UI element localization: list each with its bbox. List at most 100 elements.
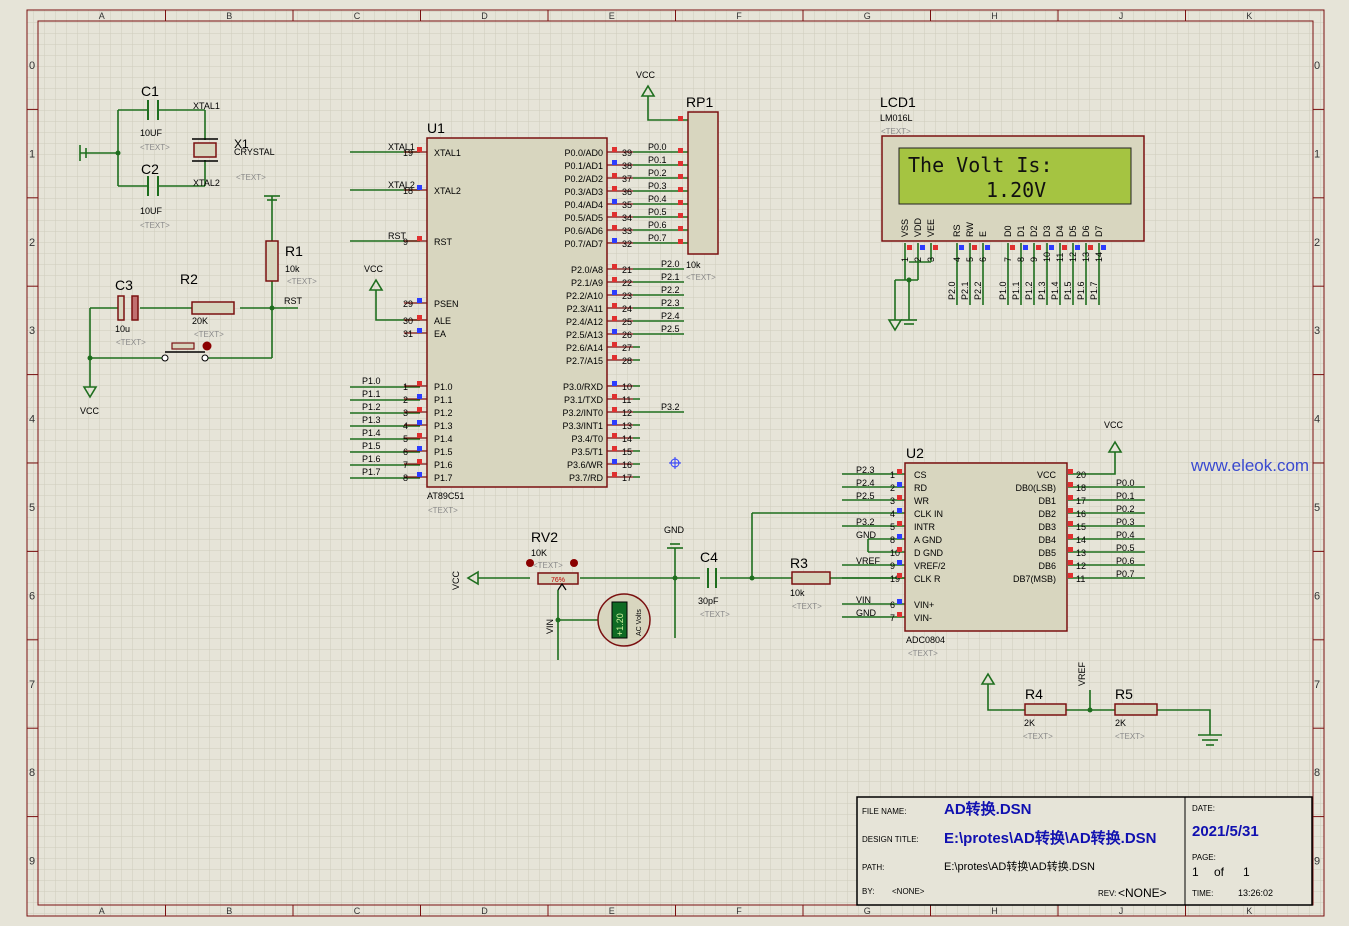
frame-col-label-bottom: D [481, 906, 488, 916]
lcd-pin-name: D2 [1029, 225, 1039, 237]
u2-pin-number: 17 [1076, 496, 1086, 506]
resistor-pack-rp1[interactable] [687, 111, 719, 255]
u1-pin-marker [612, 160, 617, 165]
u1-pin-name: P1.4 [434, 434, 453, 444]
u1-pin-name: P2.4/A12 [566, 317, 603, 327]
frame-col-label-top: F [736, 11, 742, 21]
path-label: PATH: [862, 863, 884, 872]
u1-pin-name: PSEN [434, 299, 459, 309]
frame-col-label-top: J [1119, 11, 1124, 21]
c4-value: 30pF [698, 596, 719, 606]
u1-pin-name: XTAL2 [434, 186, 461, 196]
resistor-r5[interactable] [1114, 703, 1158, 716]
by-label: BY: [862, 887, 874, 896]
u1-pin-number: 38 [622, 161, 632, 171]
u2-pin-number: 12 [1076, 561, 1086, 571]
lcd-net-label: P1.1 [1011, 281, 1021, 300]
lcd-net-label: P1.2 [1024, 281, 1034, 300]
u1-pin-number: 8 [403, 473, 408, 483]
rst-net-label-u1: RST [388, 231, 407, 241]
lcd-pin-marker [1023, 245, 1028, 250]
u2-pin-marker [897, 612, 902, 617]
u2-net-label: VIN [856, 595, 871, 605]
lcd-pin-number: 14 [1094, 252, 1104, 262]
lcd-net-label: P1.0 [998, 281, 1008, 300]
u2-pin-number: 8 [890, 535, 895, 545]
u2-net-label: P2.5 [856, 491, 875, 501]
u1-pin-marker [612, 446, 617, 451]
x1-text-placeholder: <TEXT> [236, 173, 266, 182]
frame-col-label-bottom: H [991, 906, 998, 916]
u1-pin-marker [417, 185, 422, 190]
u2-pin-name: DB7(MSB) [1013, 574, 1056, 584]
c1-text-placeholder: <TEXT> [140, 143, 170, 152]
lcd-line-1: The Volt Is: [908, 153, 1053, 177]
u1-pin-number: 34 [622, 213, 632, 223]
r3-text-placeholder: <TEXT> [792, 602, 822, 611]
u2-pin-name: D GND [914, 548, 944, 558]
u1-net-label: P1.1 [362, 389, 381, 399]
resistor-r3[interactable] [791, 571, 831, 585]
resistor-r1[interactable] [265, 240, 279, 282]
u2-net-label: P0.3 [1116, 517, 1135, 527]
u1-pin-marker [612, 472, 617, 477]
u1-pin-name: P1.2 [434, 408, 453, 418]
u1-pin-marker [417, 433, 422, 438]
lcd-pin-number: 12 [1068, 252, 1078, 262]
u2-pin-marker [897, 560, 902, 565]
u1-pin-name: P1.0 [434, 382, 453, 392]
u1-net-label: P0.6 [648, 220, 667, 230]
u1-ref: U1 [427, 120, 445, 136]
time-label: TIME: [1192, 889, 1213, 898]
u1-pin-number: 29 [403, 299, 413, 309]
lcd-net-label: P2.2 [973, 281, 983, 300]
u1-pin-marker [417, 459, 422, 464]
frame-row-label-right: 3 [1314, 325, 1320, 337]
page-of: of [1214, 865, 1225, 879]
u2-pin-marker [897, 534, 902, 539]
u1-pin-marker [612, 290, 617, 295]
resistor-r4[interactable] [1024, 703, 1067, 716]
frame-row-label-left: 3 [29, 325, 35, 337]
u1-pin-number: 7 [403, 460, 408, 470]
frame-col-label-bottom: A [99, 906, 105, 916]
c3-ref: C3 [115, 277, 133, 293]
u2-pin-marker [897, 508, 902, 513]
u1-pin-name: P1.5 [434, 447, 453, 457]
lcd-pin-number: 11 [1055, 253, 1065, 262]
u1-net-label: P0.1 [648, 155, 667, 165]
u2-pin-number: 11 [1076, 574, 1085, 584]
rp1-text-placeholder: <TEXT> [686, 273, 716, 282]
u1-pin-number: 39 [622, 148, 632, 158]
u1-pin-number: 23 [622, 291, 632, 301]
lcd-pin-name: VDD [913, 217, 923, 237]
rev-label: REV: [1098, 889, 1116, 898]
lcd-pin-number: 8 [1016, 257, 1026, 262]
u2-pin-name: DB1 [1038, 496, 1056, 506]
lcd-net-label: P1.3 [1037, 281, 1047, 300]
r5-value: 2K [1115, 718, 1126, 728]
schematic-sheet: AABBCCDDEEFFGGHHJJKK0 01 12 23 34 45 56 67 78 89 9 [0, 0, 1349, 926]
u2-pin-marker [897, 469, 902, 474]
u1-pin-marker [612, 433, 617, 438]
u2-net-label: GND [856, 530, 877, 540]
frame-row-label-right: 5 [1314, 502, 1320, 514]
lcd-pin-marker [959, 245, 964, 250]
u1-pin-name: P1.3 [434, 421, 453, 431]
lcd-pin-marker [1036, 245, 1041, 250]
xtal1-net-label-u1: XTAL1 [388, 142, 415, 152]
c3-text-placeholder: <TEXT> [116, 338, 146, 347]
u1-pin-name: P2.5/A13 [566, 330, 603, 340]
u1-pin-number: 4 [403, 421, 408, 431]
rp1-pin-marker [678, 200, 683, 205]
frame-row-label-right: 7 [1314, 679, 1320, 691]
u1-pin-name: P3.1/TXD [564, 395, 604, 405]
frame-row-label-left: 9 [29, 856, 35, 868]
u1-pin-number: 15 [622, 447, 632, 457]
u1-pin-number: 25 [622, 317, 632, 327]
u1-pin-number: 21 [622, 265, 632, 275]
resistor-r2[interactable] [191, 301, 235, 315]
u1-pin-name: P1.6 [434, 460, 453, 470]
u1-pin-number: 31 [403, 329, 413, 339]
crystal-x1[interactable] [192, 138, 218, 162]
